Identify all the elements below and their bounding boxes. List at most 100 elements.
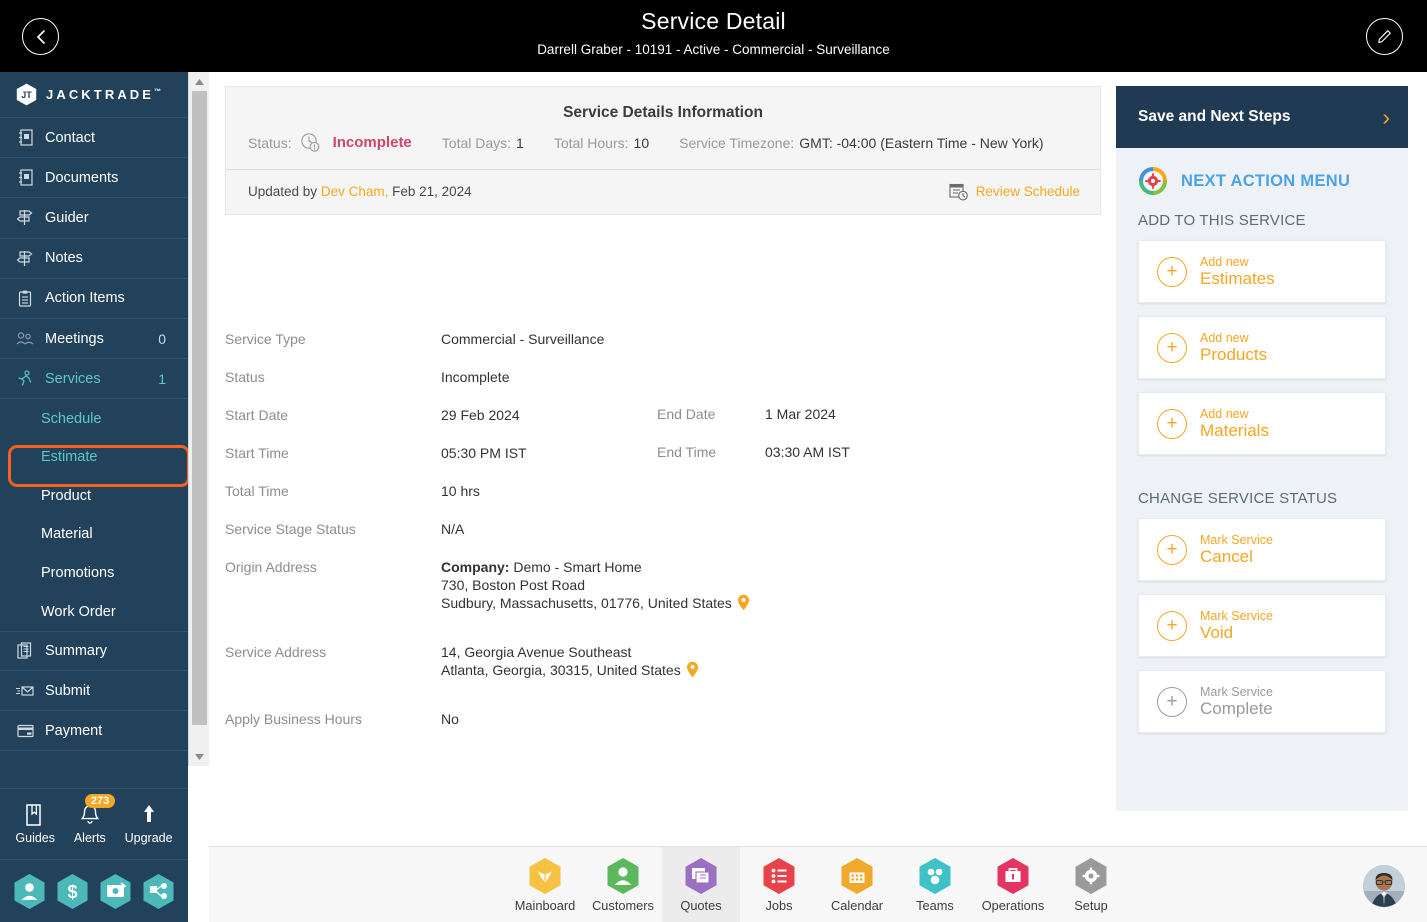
action-card-main: Materials bbox=[1200, 420, 1269, 440]
money-transfer-hex-icon[interactable] bbox=[99, 873, 132, 910]
pencil-icon bbox=[1378, 30, 1391, 43]
add-new-products-button[interactable]: + Add new Products bbox=[1138, 316, 1386, 379]
scroll-up-arrow-icon[interactable] bbox=[189, 72, 210, 91]
nav-calendar[interactable]: Calendar bbox=[818, 847, 896, 922]
plus-icon: + bbox=[1157, 534, 1187, 565]
service-details-list: Service Type Commercial - Surveillance S… bbox=[225, 330, 1105, 748]
sidebar-item-label: Summary bbox=[45, 642, 108, 659]
sidebar-item-contact[interactable]: Contact bbox=[0, 118, 188, 159]
alerts-button[interactable]: 273 Alerts bbox=[74, 794, 116, 845]
sidebar-item-documents[interactable]: Documents bbox=[0, 158, 188, 199]
sidebar-item-action-items[interactable]: Action Items bbox=[0, 279, 188, 319]
scrollbar-thumb[interactable] bbox=[192, 91, 207, 725]
sidebar-item-services[interactable]: Services 1 bbox=[0, 359, 188, 400]
detail-row-business-hours: Apply Business Hours No bbox=[225, 710, 1105, 728]
sidebar-subitem-product[interactable]: Product bbox=[0, 477, 188, 516]
save-next-steps-label: Save and Next Steps bbox=[1138, 108, 1291, 125]
workflow-hex-icon[interactable] bbox=[142, 873, 175, 910]
total-days-label: Total Days: bbox=[441, 134, 512, 151]
mark-service-complete-button[interactable]: + Mark Service Complete bbox=[1138, 670, 1386, 733]
origin-company-value: Demo - Smart Home bbox=[513, 559, 642, 575]
nav-operations[interactable]: Operations bbox=[974, 847, 1052, 922]
detail-value: 05:30 PM IST bbox=[441, 445, 527, 461]
service-detail-page: Service Detail Darrell Graber - 10191 - … bbox=[0, 0, 1427, 922]
upgrade-button[interactable]: Upgrade bbox=[125, 803, 173, 845]
sidebar-subitem-material[interactable]: Material bbox=[0, 515, 188, 554]
jobs-hex-icon bbox=[762, 857, 796, 895]
nav-label: Mainboard bbox=[514, 898, 576, 913]
add-to-service-section-label: ADD TO THIS SERVICE bbox=[1138, 212, 1306, 229]
action-card-text: Add new Products bbox=[1200, 331, 1267, 365]
sidebar-subitem-work-order[interactable]: Work Order bbox=[0, 592, 188, 631]
sidebar-scrollbar[interactable] bbox=[188, 72, 209, 766]
detail-label: Status bbox=[225, 369, 265, 385]
add-new-materials-button[interactable]: + Add new Materials bbox=[1138, 392, 1386, 455]
quotes-hex-icon bbox=[684, 857, 718, 895]
nav-quotes[interactable]: Quotes bbox=[662, 847, 740, 922]
bottom-nav-bar: Mainboard Customers Quotes Jobs Calendar… bbox=[209, 846, 1427, 922]
nav-teams[interactable]: Teams bbox=[896, 847, 974, 922]
sidebar-item-meetings[interactable]: Meetings 0 bbox=[0, 319, 188, 360]
map-pin-icon[interactable] bbox=[686, 661, 699, 682]
nav-setup[interactable]: Setup bbox=[1052, 847, 1130, 922]
brand-logo[interactable]: JT JACKTRADE™ bbox=[0, 72, 188, 118]
plus-icon: + bbox=[1157, 610, 1187, 641]
nav-jobs[interactable]: Jobs bbox=[740, 847, 818, 922]
sidebar-item-guider[interactable]: Guider bbox=[0, 198, 188, 239]
sidebar-subitem-promotions[interactable]: Promotions bbox=[0, 554, 188, 593]
sidebar-nav: Contact Documents Guider Notes Action It… bbox=[0, 118, 188, 752]
dollar-hex-icon[interactable]: $ bbox=[56, 873, 89, 910]
detail-row-status: Status Incomplete bbox=[225, 368, 1105, 386]
plus-icon: + bbox=[1157, 332, 1187, 363]
save-and-next-steps-header[interactable]: Save and Next Steps › bbox=[1116, 86, 1408, 148]
nav-label: Calendar bbox=[831, 898, 883, 913]
chevron-right-icon[interactable]: › bbox=[1382, 105, 1390, 129]
user-avatar[interactable] bbox=[1363, 865, 1405, 907]
guides-button[interactable]: Guides bbox=[15, 803, 55, 845]
customers-hex-icon bbox=[606, 857, 640, 895]
scroll-down-arrow-icon[interactable] bbox=[189, 747, 210, 766]
sidebar-item-label: Contact bbox=[45, 129, 95, 146]
next-action-menu-title: NEXT ACTION MENU bbox=[1181, 171, 1351, 190]
add-new-estimates-button[interactable]: + Add new Estimates bbox=[1138, 240, 1386, 303]
sidebar-item-submit[interactable]: Submit bbox=[0, 671, 188, 712]
detail-row-total-time: Total Time 10 hrs bbox=[225, 482, 1105, 500]
edit-button[interactable] bbox=[1366, 18, 1403, 55]
updated-date: Feb 21, 2024 bbox=[392, 184, 472, 199]
services-runner-icon bbox=[14, 370, 36, 388]
nav-mainboard[interactable]: Mainboard bbox=[506, 847, 584, 922]
sidebar-item-payment[interactable]: Payment bbox=[0, 711, 188, 752]
review-schedule-button[interactable]: Review Schedule bbox=[949, 182, 1080, 201]
sidebar-subitem-estimate[interactable]: Estimate bbox=[0, 438, 188, 477]
sidebar-subitem-schedule[interactable]: Schedule bbox=[0, 399, 188, 438]
user-hex-icon[interactable] bbox=[13, 873, 46, 910]
detail-label: Apply Business Hours bbox=[225, 711, 362, 727]
detail-value: Incomplete bbox=[441, 369, 510, 385]
action-card-main: Cancel bbox=[1200, 546, 1253, 566]
sidebar-item-label: Documents bbox=[45, 169, 119, 186]
mark-service-cancel-button[interactable]: + Mark Service Cancel bbox=[1138, 518, 1386, 581]
card-title: Service Details Information bbox=[563, 104, 763, 121]
sidebar-item-notes[interactable]: Notes bbox=[0, 239, 188, 279]
sidebar-subitem-label: Estimate bbox=[41, 449, 98, 466]
total-days-value: 1 bbox=[516, 134, 524, 151]
mark-service-void-button[interactable]: + Mark Service Void bbox=[1138, 594, 1386, 657]
map-pin-icon[interactable] bbox=[737, 594, 750, 615]
nav-label: Customers bbox=[592, 898, 654, 913]
sidebar-item-summary[interactable]: Summary bbox=[0, 630, 188, 672]
submit-envelope-icon bbox=[14, 682, 36, 700]
guidepost-icon bbox=[14, 209, 36, 227]
plus-icon: + bbox=[1157, 686, 1187, 717]
detail-value: 14, Georgia Avenue Southeast Atlanta, Ge… bbox=[441, 643, 881, 682]
alerts-badge: 273 bbox=[84, 794, 116, 808]
svg-text:$: $ bbox=[67, 882, 77, 902]
sidebar-subitem-label: Schedule bbox=[41, 410, 102, 427]
updated-by-link[interactable]: Dev Cham, bbox=[321, 184, 389, 199]
origin-line-2: 730, Boston Post Road bbox=[441, 577, 585, 593]
detail-row-stage-status: Service Stage Status N/A bbox=[225, 520, 1105, 538]
refresh-gear-icon bbox=[1138, 166, 1168, 196]
origin-company-label: Company: bbox=[441, 559, 510, 575]
nav-customers[interactable]: Customers bbox=[584, 847, 662, 922]
jacktrade-hex-icon: JT bbox=[16, 83, 37, 106]
sidebar-hex-shortcuts: $ bbox=[0, 860, 188, 922]
